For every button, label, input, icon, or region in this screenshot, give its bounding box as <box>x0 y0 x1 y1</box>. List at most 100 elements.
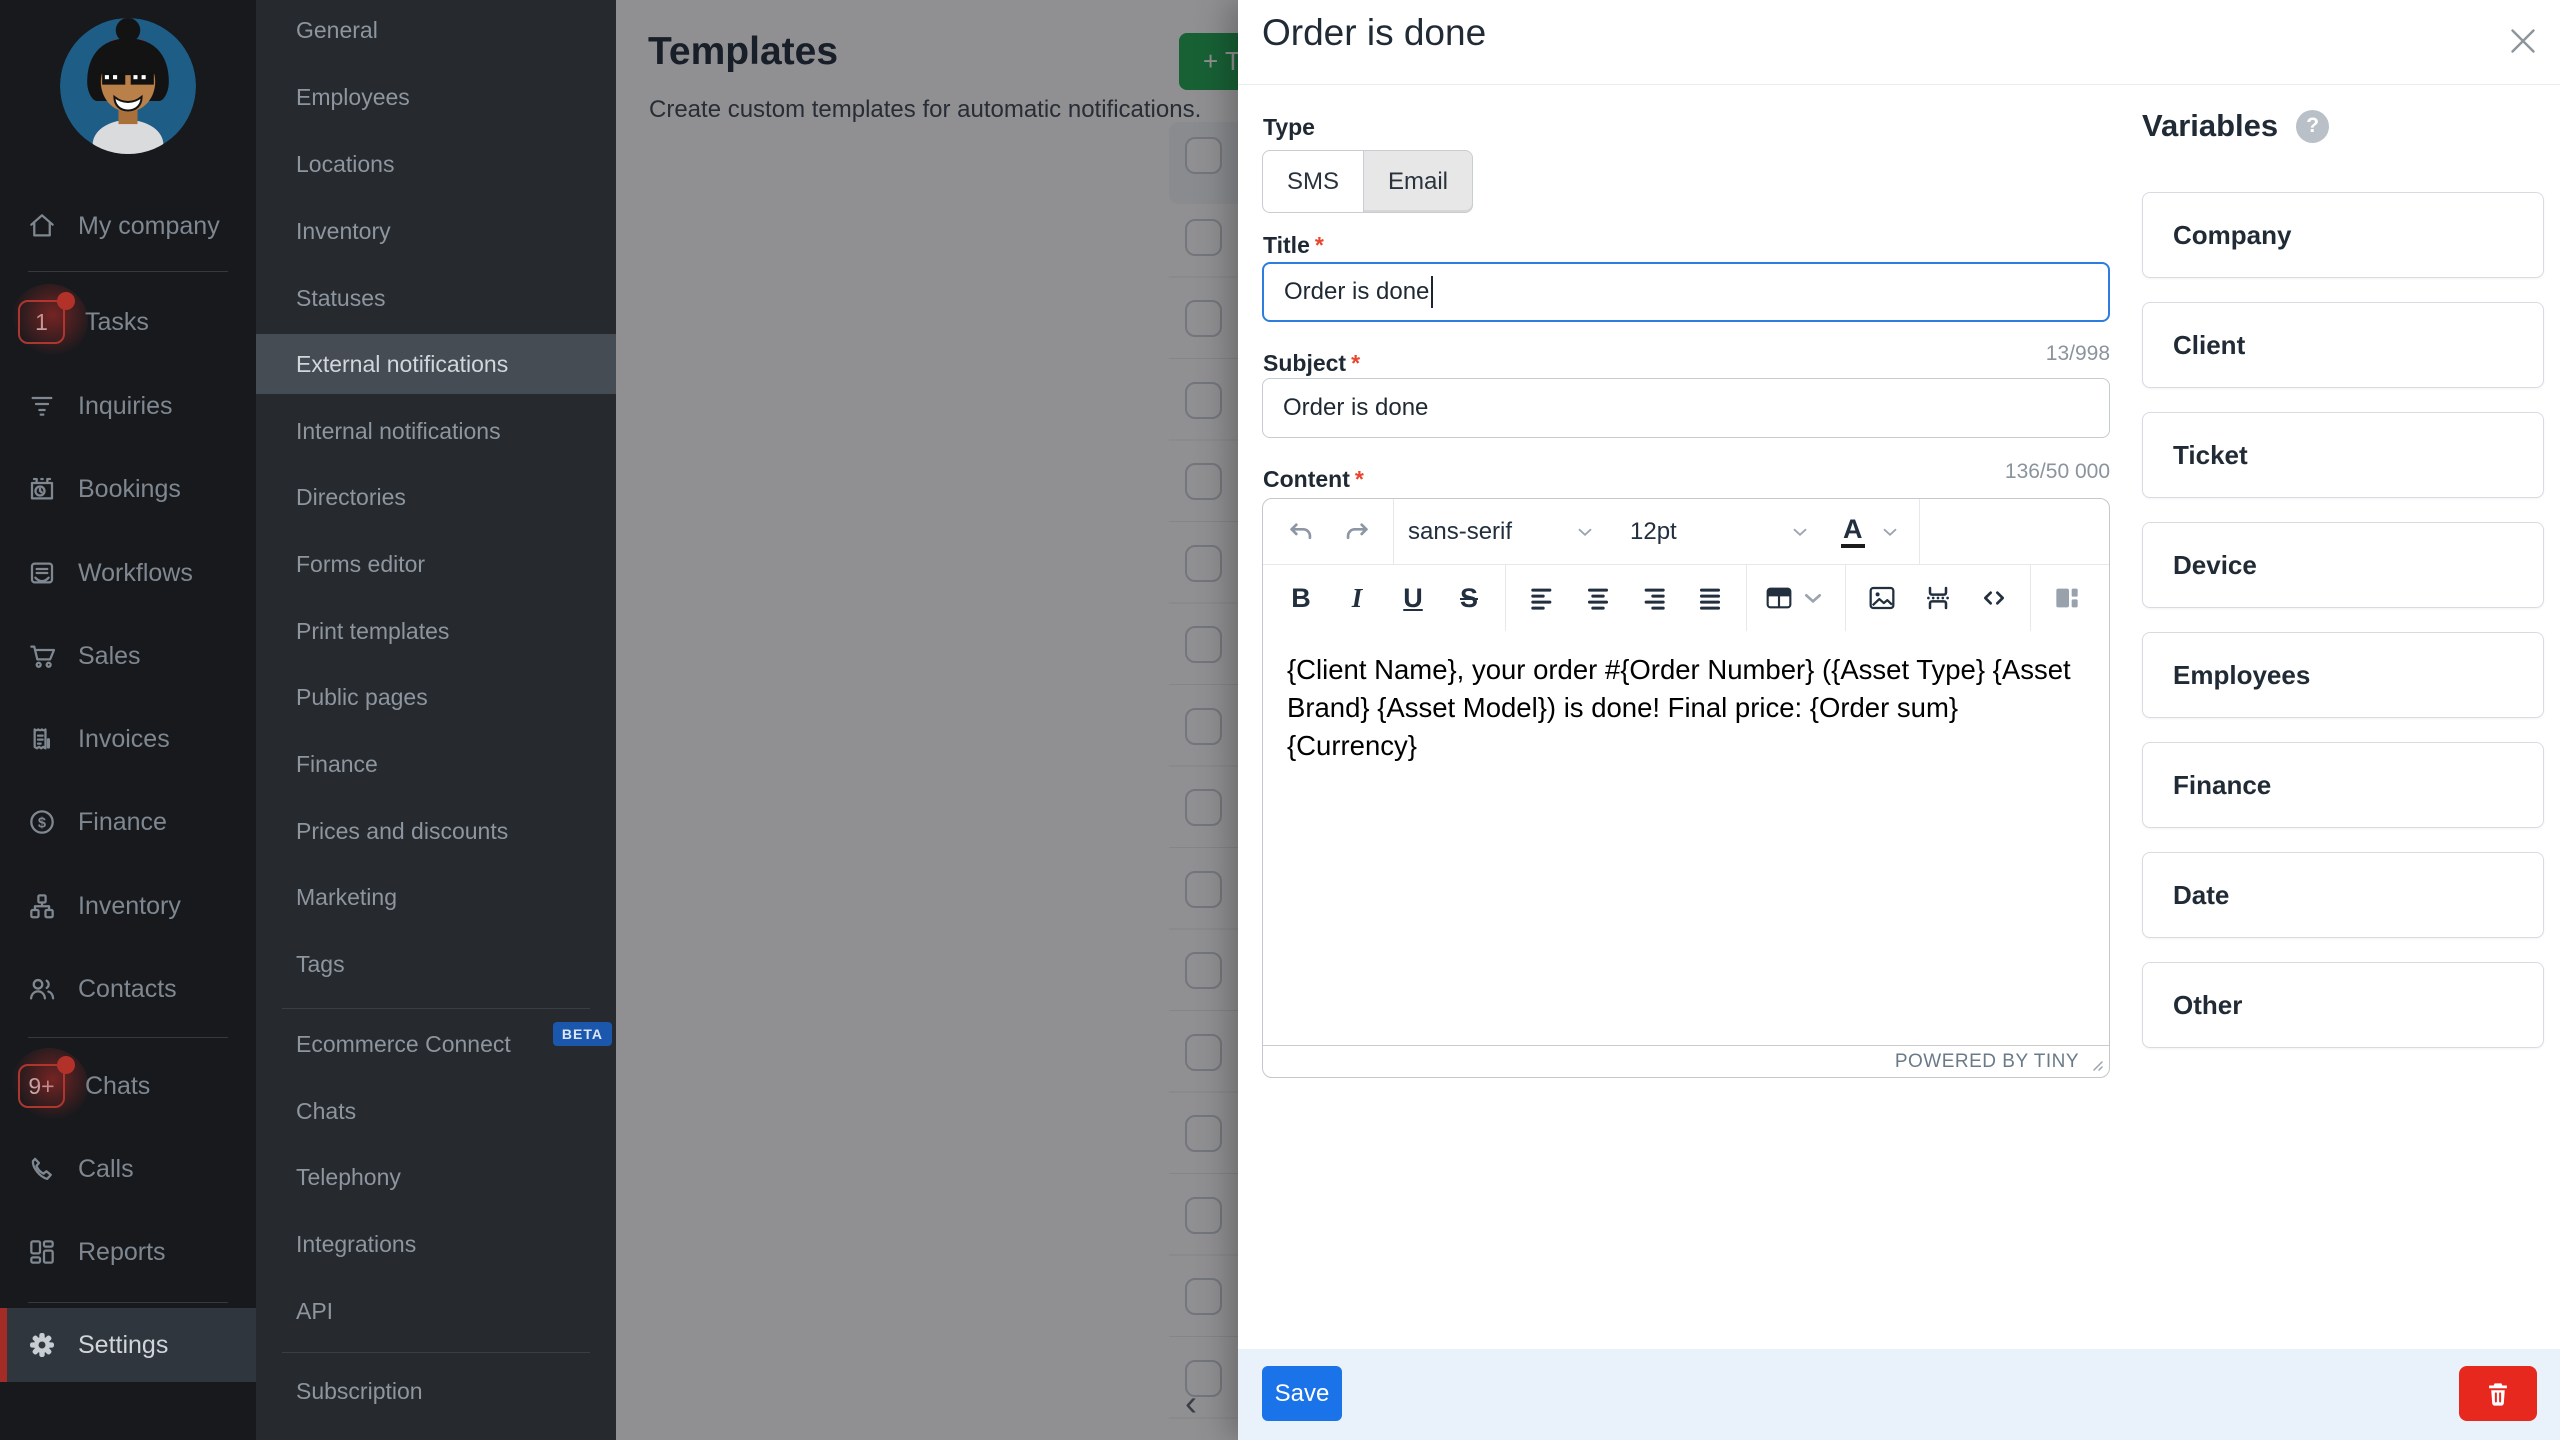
sidebar-item-contacts[interactable]: Contacts <box>0 959 256 1019</box>
divider <box>282 1008 590 1009</box>
sidebar-item-tasks[interactable]: 1 Tasks <box>0 292 256 352</box>
sidebar-item-chats[interactable]: 9+ Chats <box>0 1056 256 1116</box>
sidebar-item-settings[interactable]: Settings <box>0 1308 256 1382</box>
font-size-select[interactable]: 12pt <box>1602 506 1817 558</box>
settings-nav-forms-editor[interactable]: Forms editor <box>256 534 616 594</box>
sidebar-item-bookings[interactable]: Bookings <box>0 459 256 519</box>
sidebar-item-inventory[interactable]: Inventory <box>0 876 256 936</box>
align-right-button[interactable] <box>1626 572 1682 624</box>
settings-nav-subscription[interactable]: Subscription <box>256 1361 616 1421</box>
settings-nav-employees[interactable]: Employees <box>256 67 616 127</box>
type-label: Type <box>1263 114 1315 141</box>
sidebar-item-calls[interactable]: Calls <box>0 1139 256 1199</box>
sidebar-item-invoices[interactable]: Invoices <box>0 709 256 769</box>
text-color-button[interactable]: A <box>1817 506 1911 558</box>
settings-nav-tags[interactable]: Tags <box>256 934 616 994</box>
sidebar-item-finance[interactable]: $ Finance <box>0 792 256 852</box>
delete-button[interactable] <box>2459 1366 2537 1421</box>
divider <box>1746 565 1747 631</box>
resize-handle[interactable] <box>2089 1057 2105 1073</box>
chats-badge: 9+ <box>18 1064 65 1108</box>
trash-icon <box>2483 1379 2513 1409</box>
save-button[interactable]: Save <box>1262 1366 1342 1421</box>
redo-button[interactable] <box>1329 506 1385 558</box>
justify-icon <box>1694 582 1726 614</box>
help-icon[interactable]: ? <box>2296 110 2329 143</box>
settings-nav-external-notifications[interactable]: External notifications <box>256 334 616 394</box>
avatar[interactable] <box>60 18 196 154</box>
settings-nav-general[interactable]: General <box>256 0 616 60</box>
settings-nav-public-pages[interactable]: Public pages <box>256 667 616 727</box>
beta-badge: BETA <box>553 1022 612 1046</box>
home-icon <box>26 210 58 242</box>
sidebar-item-sales[interactable]: Sales <box>0 626 256 686</box>
align-center-button[interactable] <box>1570 572 1626 624</box>
align-left-button[interactable] <box>1514 572 1570 624</box>
sidebar-item-label: Finance <box>78 808 167 837</box>
settings-nav-internal-notifications[interactable]: Internal notifications <box>256 401 616 461</box>
settings-nav-api[interactable]: API <box>256 1281 616 1341</box>
variable-card-employees[interactable]: Employees <box>2142 632 2544 718</box>
settings-nav-statuses[interactable]: Statuses <box>256 268 616 328</box>
gear-icon <box>26 1329 58 1361</box>
variable-card-ticket[interactable]: Ticket <box>2142 412 2544 498</box>
settings-nav-finance[interactable]: Finance <box>256 734 616 794</box>
bold-button[interactable]: B <box>1273 572 1329 624</box>
divider <box>1845 565 1846 631</box>
settings-nav-prices-discounts[interactable]: Prices and discounts <box>256 801 616 861</box>
editor-content-area[interactable]: {Client Name}, your order #{Order Number… <box>1263 631 2109 1045</box>
align-left-icon <box>1526 582 1558 614</box>
content-counter: 136/50 000 <box>1262 460 2110 484</box>
divider <box>28 271 228 272</box>
settings-nav-inventory[interactable]: Inventory <box>256 201 616 261</box>
page-break-icon <box>1922 582 1954 614</box>
chevron-down-icon <box>1789 521 1811 543</box>
insert-image-button[interactable] <box>1854 572 1910 624</box>
font-family-select[interactable]: sans-serif <box>1402 506 1602 558</box>
sidebar-item-reports[interactable]: Reports <box>0 1222 256 1282</box>
sidebar-item-my-company[interactable]: My company <box>0 196 256 256</box>
table-button[interactable] <box>1755 572 1837 624</box>
sidebar-item-label: Invoices <box>78 725 170 754</box>
type-option-sms[interactable]: SMS <box>1262 150 1363 213</box>
undo-button[interactable] <box>1273 506 1329 558</box>
settings-nav-telephony[interactable]: Telephony <box>256 1147 616 1207</box>
settings-nav-marketing[interactable]: Marketing <box>256 867 616 927</box>
type-option-email[interactable]: Email <box>1363 150 1473 213</box>
modal-backdrop[interactable] <box>616 0 1238 1440</box>
variable-card-date[interactable]: Date <box>2142 852 2544 938</box>
settings-nav-integrations[interactable]: Integrations <box>256 1214 616 1274</box>
settings-nav-locations[interactable]: Locations <box>256 134 616 194</box>
sidebar-item-workflows[interactable]: Workflows <box>0 543 256 603</box>
settings-nav-chats[interactable]: Chats <box>256 1081 616 1141</box>
settings-nav-print-templates[interactable]: Print templates <box>256 601 616 661</box>
calendar-clock-icon <box>26 473 58 505</box>
close-button[interactable] <box>2500 18 2546 64</box>
title-input[interactable]: Order is done <box>1262 262 2110 322</box>
italic-button[interactable]: I <box>1329 572 1385 624</box>
title-label: Title* <box>1263 232 1324 259</box>
strikethrough-button[interactable]: S <box>1441 572 1497 624</box>
variable-card-company[interactable]: Company <box>2142 192 2544 278</box>
settings-nav-ecommerce-connect[interactable]: Ecommerce Connect BETA <box>256 1014 616 1074</box>
variable-card-client[interactable]: Client <box>2142 302 2544 388</box>
source-code-button[interactable] <box>1966 572 2022 624</box>
page-break-button[interactable] <box>1910 572 1966 624</box>
variable-card-device[interactable]: Device <box>2142 522 2544 608</box>
variable-card-finance[interactable]: Finance <box>2142 742 2544 828</box>
sidebar-item-label: My company <box>78 212 220 241</box>
justify-button[interactable] <box>1682 572 1738 624</box>
modal-footer: Save <box>1238 1349 2560 1440</box>
variable-card-other[interactable]: Other <box>2142 962 2544 1048</box>
underline-button[interactable]: U <box>1385 572 1441 624</box>
editor-toolbar-row1: sans-serif 12pt A <box>1263 499 2109 565</box>
subject-label: Subject* <box>1263 350 1360 377</box>
code-icon <box>1978 582 2010 614</box>
subject-input[interactable]: Order is done <box>1262 378 2110 438</box>
svg-text:$: $ <box>38 815 46 831</box>
sidebar-item-label: Workflows <box>78 559 193 588</box>
chevron-down-icon <box>1797 582 1829 614</box>
settings-nav-directories[interactable]: Directories <box>256 467 616 527</box>
layout-button[interactable] <box>2039 572 2095 624</box>
sidebar-item-inquiries[interactable]: Inquiries <box>0 376 256 436</box>
